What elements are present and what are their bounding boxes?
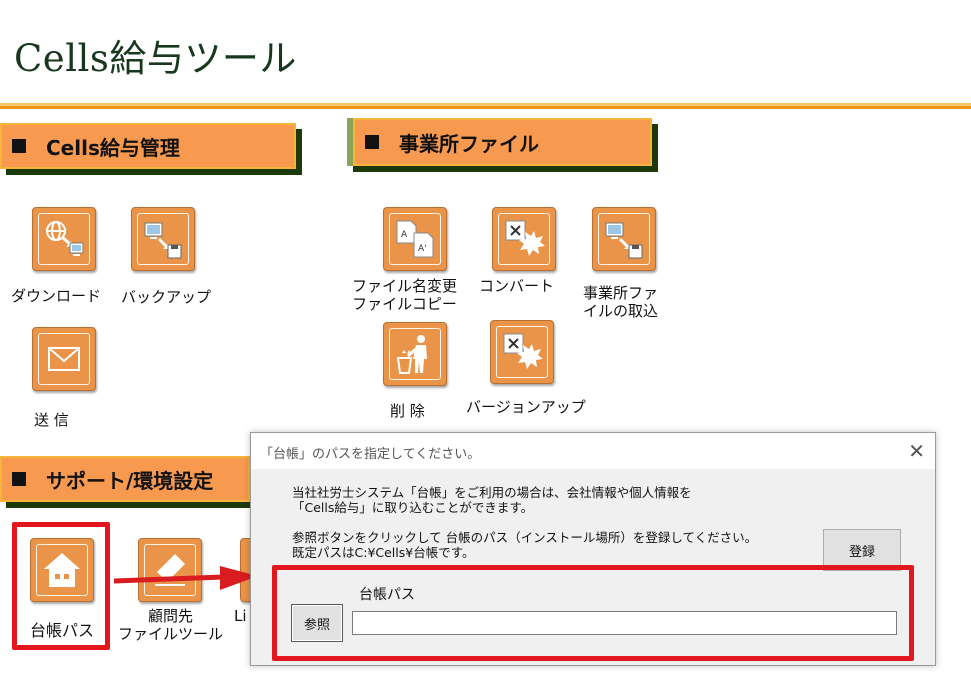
section-header-office: 事業所ファイル — [347, 118, 658, 172]
backup-label: バックアップ — [121, 288, 212, 306]
delete-button[interactable] — [383, 322, 447, 386]
title-divider — [0, 103, 971, 113]
download-label: ダウンロード — [11, 287, 102, 305]
dialog-title: 「台帳」のパスを指定してください。 — [260, 447, 481, 462]
square-bullet-icon — [365, 135, 379, 149]
red-arrow-icon — [113, 566, 258, 590]
office-import-button[interactable] — [592, 207, 656, 271]
version-up-icon — [503, 333, 543, 369]
send-button[interactable] — [32, 327, 96, 391]
file-rename-icon: A A' — [396, 220, 434, 258]
partial-tool-label: Li — [234, 607, 247, 625]
app-title: Cells給与ツール — [14, 37, 297, 80]
rename-copy-button[interactable]: A A' — [383, 207, 447, 271]
ledger-path-button[interactable] — [30, 538, 94, 602]
version-up-button[interactable] — [490, 320, 554, 384]
delete-label: 削 除 — [390, 402, 425, 420]
trash-icon — [396, 335, 427, 374]
version-up-label: バージョンアップ — [466, 398, 586, 416]
dialog-message-2: 参照ボタンをクリックして 台帳のパス（インストール場所）を登録してください。 既定… — [292, 530, 758, 560]
section-header-support: サポート/環境設定 — [0, 456, 256, 508]
square-bullet-icon — [12, 472, 26, 486]
dialog-titlebar: 「台帳」のパスを指定してください。 ✕ — [251, 433, 935, 469]
download-button[interactable] — [32, 207, 96, 271]
ledger-path-dialog: 「台帳」のパスを指定してください。 ✕ 当社社労士システム「台帳」をご利用の場合… — [250, 432, 936, 666]
advisor-file-tool-label: 顧問先 ファイルツール — [118, 607, 224, 643]
square-bullet-icon — [12, 139, 26, 153]
rename-copy-label: ファイル名変更 ファイルコピー — [352, 277, 458, 313]
browse-button[interactable]: 参照 — [291, 604, 343, 642]
backup-button[interactable] — [131, 207, 195, 271]
download-icon — [46, 221, 84, 256]
house-icon — [44, 553, 80, 587]
section-header-salary: Cells給与管理 — [0, 123, 302, 175]
backup-icon — [144, 222, 182, 259]
import-icon — [605, 222, 643, 259]
svg-text:A': A' — [418, 244, 427, 254]
ledger-path-input[interactable] — [352, 611, 897, 635]
ledger-path-label: 台帳パス — [30, 621, 95, 640]
send-label: 送 信 — [34, 411, 69, 429]
path-label: 台帳パス — [359, 587, 415, 603]
convert-button[interactable] — [492, 207, 556, 271]
dialog-message-1: 当社社労士システム「台帳」をご利用の場合は、会社情報や個人情報を 「Cells給与… — [292, 485, 692, 515]
envelope-icon — [48, 347, 80, 371]
svg-text:A: A — [401, 230, 408, 240]
office-import-label: 事業所ファ イルの取込 — [583, 284, 659, 320]
convert-label: コンバート — [479, 277, 555, 295]
convert-icon — [505, 220, 545, 256]
close-icon[interactable]: ✕ — [908, 439, 925, 463]
